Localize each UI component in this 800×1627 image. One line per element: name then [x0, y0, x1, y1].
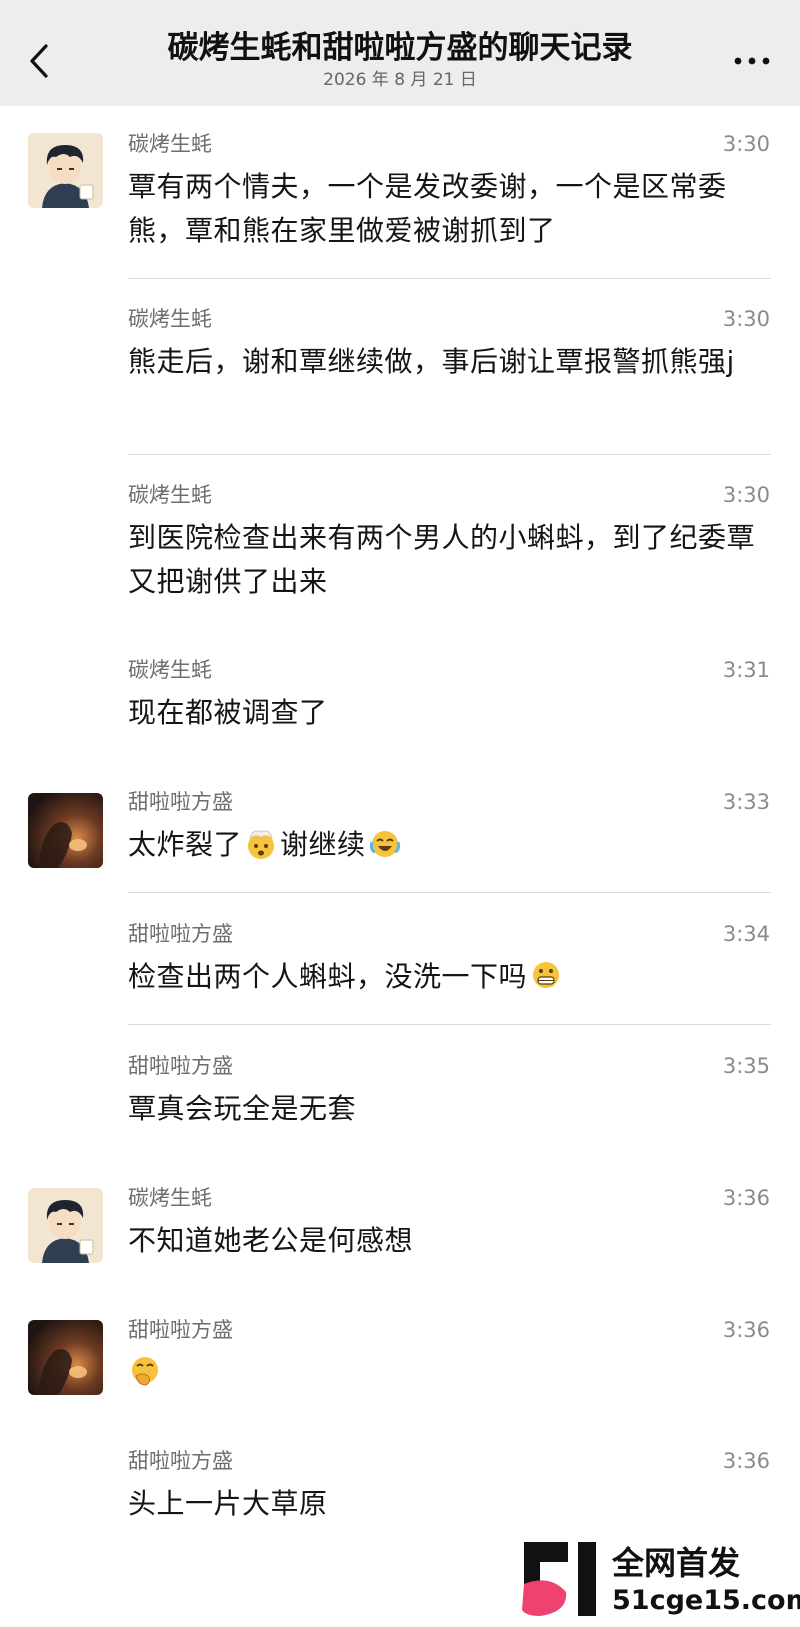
- message-text: 检查出两个人蝌蚪，没洗一下吗: [128, 955, 756, 999]
- message-text: 熊走后，谢和覃继续做，事后谢让覃报警抓熊强j: [128, 345, 735, 378]
- sender-name: 甜啦啦方盛: [128, 790, 233, 814]
- message-time: 3:36: [722, 1449, 770, 1473]
- message-text: 不知道她老公是何感想: [128, 1224, 414, 1257]
- avatar-dark[interactable]: [28, 793, 103, 868]
- divider: [128, 892, 771, 893]
- avatar-dark[interactable]: [28, 1320, 103, 1395]
- sender-name: 碳烤生蚝: [128, 1186, 212, 1210]
- message-time: 3:33: [722, 790, 770, 814]
- message-time: 3:31: [722, 658, 770, 682]
- sender-name: 碳烤生蚝: [128, 132, 212, 156]
- more-button[interactable]: [732, 46, 772, 76]
- sender-name: 碳烤生蚝: [128, 307, 212, 331]
- sender-name: 甜啦啦方盛: [128, 922, 233, 946]
- sender-name: 碳烤生蚝: [128, 483, 212, 507]
- message-text: 头上一片大草原: [128, 1487, 328, 1520]
- divider: [128, 1024, 771, 1025]
- message-time: 3:36: [722, 1186, 770, 1210]
- page-title: 碳烤生蚝和甜啦啦方盛的聊天记录: [167, 30, 633, 66]
- watermark-url: 51cge15.com: [612, 1585, 800, 1616]
- avatar-boy[interactable]: [28, 133, 103, 208]
- sender-name: 甜啦啦方盛: [128, 1054, 233, 1078]
- divider: [128, 454, 771, 455]
- more-dots-icon: [734, 57, 770, 65]
- sender-name: 甜啦啦方盛: [128, 1449, 233, 1473]
- message-text-part: 检查出两个人蝌蚪，没洗一下吗: [128, 960, 528, 993]
- message-time: 3:30: [722, 132, 770, 156]
- message-text: 太炸裂了 谢继续: [128, 823, 756, 867]
- watermark: 全网首发 51cge15.com: [520, 1540, 800, 1620]
- sender-name: 甜啦啦方盛: [128, 1318, 233, 1342]
- message-text-part: 谢继续: [280, 828, 366, 861]
- top-bar: 碳烤生蚝和甜啦啦方盛的聊天记录 2026 年 8 月 21 日: [0, 0, 800, 106]
- message-time: 3:34: [722, 922, 770, 946]
- message-text: 覃真会玩全是无套: [128, 1092, 357, 1125]
- message-text-part: 太炸裂了: [128, 828, 243, 861]
- hand-over-mouth-emoji: [132, 1357, 158, 1386]
- message-time: 3:30: [722, 307, 770, 331]
- grimacing-emoji: [533, 962, 560, 988]
- message-text: 覃有两个情夫，一个是发改委谢，一个是区常委熊，覃和熊在家里做爱被谢抓到了: [128, 170, 727, 247]
- avatar-boy[interactable]: [28, 1188, 103, 1263]
- divider: [128, 278, 771, 279]
- message-time: 3:30: [722, 483, 770, 507]
- message-text: 现在都被调查了: [128, 696, 328, 729]
- message-text: 到医院检查出来有两个男人的小蝌蚪，到了纪委覃又把谢供了出来: [128, 521, 756, 598]
- exploding-head-emoji: [248, 830, 275, 859]
- sender-name: 碳烤生蚝: [128, 658, 212, 682]
- message-time: 3:36: [722, 1318, 770, 1342]
- message-text: [128, 1351, 756, 1395]
- message-time: 3:35: [722, 1054, 770, 1078]
- watermark-logo: [522, 1542, 596, 1616]
- crying-laughing-emoji: [369, 831, 400, 857]
- chat-date: 2026 年 8 月 21 日: [323, 70, 477, 90]
- watermark-text: 全网首发: [612, 1544, 741, 1582]
